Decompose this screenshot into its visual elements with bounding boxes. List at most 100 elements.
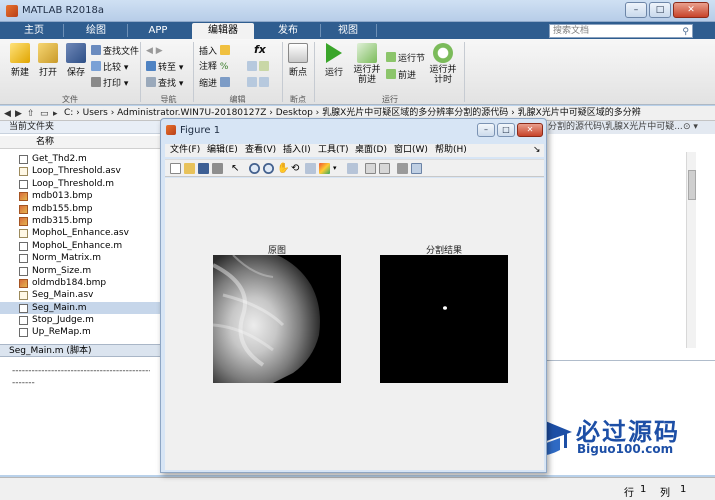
maximize-button[interactable]: □ xyxy=(649,2,671,18)
rotate-icon[interactable]: ⟲ xyxy=(291,163,302,174)
scrollbar-thumb[interactable] xyxy=(688,170,696,200)
file-list-item[interactable]: mdb013.bmp xyxy=(0,190,160,202)
goto-icon xyxy=(146,61,156,71)
open-file-icon[interactable] xyxy=(184,163,195,174)
brush-icon[interactable] xyxy=(319,163,330,174)
menu-edit[interactable]: 编辑(E) xyxy=(207,144,238,157)
edit-group-label: 编辑 xyxy=(229,95,246,104)
show-plot-tools-icon[interactable] xyxy=(411,163,422,174)
hide-plot-tools-icon[interactable] xyxy=(397,163,408,174)
file-list-item[interactable]: Stop_Judge.m xyxy=(0,314,160,326)
menu-tools[interactable]: 工具(T) xyxy=(318,144,349,157)
find-files-button[interactable]: 查找文件 xyxy=(91,45,139,58)
file-list-item[interactable]: mdb315.bmp xyxy=(0,215,160,227)
save-figure-icon[interactable] xyxy=(198,163,209,174)
tab-apps[interactable]: APP xyxy=(134,23,182,39)
run-section-button[interactable]: 运行节 xyxy=(386,52,425,65)
increase-indent-icon xyxy=(247,77,257,87)
figure-title-bar[interactable]: Figure 1 – □ ✕ xyxy=(161,119,546,141)
fx-button[interactable]: fx xyxy=(254,43,266,56)
menu-insert[interactable]: 插入(I) xyxy=(283,144,311,157)
advance-button[interactable]: 前进 xyxy=(386,69,416,82)
search-input[interactable]: 搜索文档 ⚲ xyxy=(549,24,693,38)
indent-icons[interactable] xyxy=(247,77,271,90)
data-cursor-icon[interactable] xyxy=(305,163,316,174)
link-plot-icon[interactable] xyxy=(347,163,358,174)
print-figure-icon[interactable] xyxy=(212,163,223,174)
figure-minimize-button[interactable]: – xyxy=(477,123,495,137)
menu-dock-icon[interactable]: ↘ xyxy=(533,144,541,157)
file-list-item[interactable]: Norm_Size.m xyxy=(0,265,160,277)
segmentation-result-axes[interactable] xyxy=(380,255,508,383)
back-icon[interactable]: ◀ xyxy=(4,107,11,120)
figure-close-button[interactable]: ✕ xyxy=(517,123,543,137)
browse-folder-icon[interactable]: ▭ xyxy=(40,107,49,120)
figure-canvas[interactable]: 原图 分割结果 xyxy=(165,178,544,470)
tab-publish[interactable]: 发布 xyxy=(262,23,314,39)
file-list-item[interactable]: MophoL_Enhance.m xyxy=(0,240,160,252)
menu-view[interactable]: 查看(V) xyxy=(245,144,276,157)
breakpoints-button[interactable]: 断点 xyxy=(286,43,310,78)
file-list-item[interactable]: oldmdb184.bmp xyxy=(0,277,160,289)
menu-help[interactable]: 帮助(H) xyxy=(435,144,467,157)
menu-desktop[interactable]: 桌面(D) xyxy=(355,144,387,157)
open-button[interactable]: 打开 xyxy=(36,43,60,78)
file-list-item[interactable]: mdb155.bmp xyxy=(0,203,160,215)
print-button[interactable]: 打印 ▾ xyxy=(91,77,128,90)
script-file-icon xyxy=(19,266,28,276)
back-forward-buttons[interactable]: ◀ ▶ xyxy=(146,45,163,58)
panel-controls[interactable]: ⊙ ▾ xyxy=(683,121,715,134)
format-icons[interactable] xyxy=(247,61,271,74)
compare-button[interactable]: 比较 ▾ xyxy=(91,61,128,74)
segmentation-result-image xyxy=(443,306,447,310)
tab-view[interactable]: 视图 xyxy=(324,23,372,39)
zoom-out-icon[interactable] xyxy=(263,163,274,174)
file-list-item[interactable]: Up_ReMap.m xyxy=(0,326,160,338)
file-list-item[interactable]: Loop_Threshold.m xyxy=(0,178,160,190)
insert-button[interactable]: 插入 xyxy=(199,45,232,58)
find-button[interactable]: 查找 ▾ xyxy=(146,77,183,90)
new-button[interactable]: 新建 xyxy=(8,43,32,78)
file-list-item[interactable]: Norm_Matrix.m xyxy=(0,252,160,264)
run-and-advance-button[interactable]: 运行并 前进 xyxy=(352,43,382,85)
file-list-item[interactable]: MophoL_Enhance.asv xyxy=(0,227,160,239)
name-column-header[interactable]: 名称 xyxy=(0,136,162,149)
legend-icon[interactable] xyxy=(379,163,390,174)
close-button[interactable]: ✕ xyxy=(673,2,709,18)
ribbon-toolbar: 新建 打开 保存 查找文件 比较 ▾ 打印 ▾ 文件 ◀ ▶ 转至 ▾ 查找 ▾… xyxy=(0,39,715,105)
tab-editor[interactable]: 编辑器 xyxy=(192,23,254,39)
colorbar-icon[interactable] xyxy=(365,163,376,174)
compare-icon xyxy=(91,61,101,71)
run-advance-icon xyxy=(357,43,377,63)
file-name: Norm_Matrix.m xyxy=(32,253,102,264)
brush-dropdown-icon[interactable]: ▾ xyxy=(333,163,344,174)
tab-home[interactable]: 主页 xyxy=(10,23,58,39)
pan-hand-icon[interactable]: ✋ xyxy=(277,163,289,174)
file-list-item[interactable]: Get_Thd2.m xyxy=(0,153,160,165)
save-button[interactable]: 保存 xyxy=(64,43,88,78)
minimize-button[interactable]: – xyxy=(625,2,647,18)
file-list-item[interactable]: Seg_Main.asv xyxy=(0,289,160,301)
goto-button[interactable]: 转至 ▾ xyxy=(146,61,183,74)
indent-button[interactable]: 缩进 xyxy=(199,77,232,90)
figure-maximize-button[interactable]: □ xyxy=(497,123,515,137)
zoom-in-icon[interactable] xyxy=(249,163,260,174)
editor-scrollbar[interactable] xyxy=(686,152,696,348)
figure-window[interactable]: Figure 1 – □ ✕ 文件(F) 编辑(E) 查看(V) 插入(I) 工… xyxy=(160,118,547,473)
comment-button[interactable]: 注释 % xyxy=(199,61,228,74)
menu-file[interactable]: 文件(F) xyxy=(170,144,200,157)
file-list-item[interactable]: Seg_Main.m xyxy=(0,301,160,315)
original-image-axes[interactable] xyxy=(213,255,341,383)
up-folder-icon[interactable]: ⇧ xyxy=(27,107,35,120)
open-folder-icon xyxy=(38,43,58,63)
forward-icon[interactable]: ▶ xyxy=(15,107,22,120)
file-list-item[interactable]: Loop_Threshold.asv xyxy=(0,165,160,177)
new-figure-icon[interactable] xyxy=(170,163,181,174)
editor-tab[interactable]: 分割的源代码\乳腺X光片中可疑... xyxy=(548,121,683,134)
run-button[interactable]: 运行 xyxy=(322,43,346,78)
tab-plots[interactable]: 绘图 xyxy=(72,23,120,39)
search-icon[interactable]: ⚲ xyxy=(682,26,689,38)
pointer-icon[interactable]: ↖ xyxy=(231,163,242,174)
run-and-time-button[interactable]: 运行并 计时 xyxy=(428,43,458,85)
menu-window[interactable]: 窗口(W) xyxy=(394,144,428,157)
